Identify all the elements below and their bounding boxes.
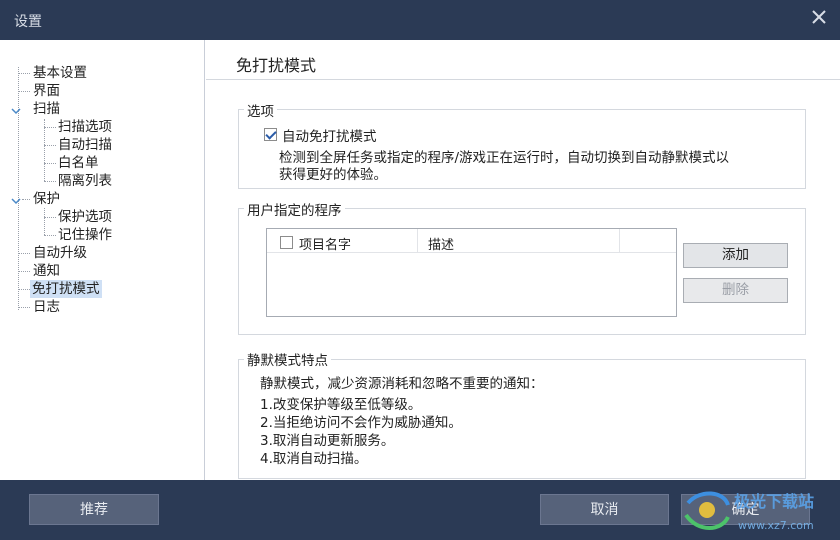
programs-list[interactable]: 项目名字 描述: [266, 228, 677, 317]
options-description-line2: 获得更好的体验。: [279, 167, 387, 183]
select-all-checkbox[interactable]: [280, 236, 293, 249]
auto-dnd-label[interactable]: 自动免打扰模式: [282, 125, 377, 145]
recommend-button[interactable]: 推荐: [29, 494, 159, 525]
tree-item-protection[interactable]: 保护: [31, 190, 62, 208]
tree-item-quarantine[interactable]: 隔离列表: [56, 172, 114, 190]
tree-item-scan-options[interactable]: 扫描选项: [56, 118, 114, 136]
tree-item-basic-settings[interactable]: 基本设置: [31, 64, 89, 82]
silent-item: 2.当拒绝访问不会作为威胁通知。: [260, 415, 462, 431]
settings-panel: 免打扰模式 选项 自动免打扰模式 检测到全屏任务或指定的程序/游戏正在运行时，自…: [206, 40, 840, 480]
tree-item-remember-actions[interactable]: 记住操作: [56, 226, 114, 244]
programs-group-label: 用户指定的程序: [244, 199, 345, 219]
tree-item-auto-upgrade[interactable]: 自动升级: [31, 244, 89, 262]
tree-item-whitelist[interactable]: 白名单: [56, 154, 101, 172]
tree-item-notifications[interactable]: 通知: [31, 262, 62, 280]
delete-button[interactable]: 删除: [683, 278, 788, 303]
list-header: 项目名字 描述: [267, 229, 676, 253]
tree-item-do-not-disturb[interactable]: 免打扰模式: [30, 280, 102, 298]
svg-text:极光下载站: 极光下载站: [734, 492, 814, 511]
tree-item-auto-scan[interactable]: 自动扫描: [56, 136, 114, 154]
chevron-down-icon[interactable]: [11, 107, 21, 115]
tree-item-scan[interactable]: 扫描: [31, 100, 62, 118]
silent-features-label: 静默模式特点: [244, 349, 331, 369]
window-title: 设置: [14, 14, 42, 30]
page-title: 免打扰模式: [236, 56, 317, 75]
cancel-button[interactable]: 取消: [540, 494, 669, 525]
silent-item: 4.取消自动扫描。: [260, 451, 368, 467]
options-group-label: 选项: [244, 100, 277, 120]
tree-item-log[interactable]: 日志: [31, 298, 62, 316]
silent-intro: 静默模式，减少资源消耗和忽略不重要的通知：: [260, 376, 544, 392]
settings-tree: 基本设置 界面 扫描 扫描选项 自动扫描 白名单 隔离列表 保护 保护选项 记住…: [0, 40, 205, 480]
silent-item: 1.改变保护等级至低等级。: [260, 397, 422, 413]
divider: [206, 79, 840, 80]
watermark-logo: 极光下载站 www.xz7.com: [684, 491, 814, 532]
chevron-down-icon[interactable]: [11, 197, 21, 205]
close-icon[interactable]: [808, 6, 830, 28]
tree-item-protection-options[interactable]: 保护选项: [56, 208, 114, 226]
auto-dnd-checkbox[interactable]: [264, 128, 277, 141]
silent-item: 3.取消自动更新服务。: [260, 433, 395, 449]
title-bar: 设置: [0, 0, 840, 40]
tree-item-interface[interactable]: 界面: [31, 82, 62, 100]
add-button[interactable]: 添加: [683, 243, 788, 268]
svg-text:www.xz7.com: www.xz7.com: [738, 519, 814, 532]
column-header-name[interactable]: 项目名字: [299, 234, 351, 253]
column-header-description[interactable]: 描述: [428, 234, 454, 253]
